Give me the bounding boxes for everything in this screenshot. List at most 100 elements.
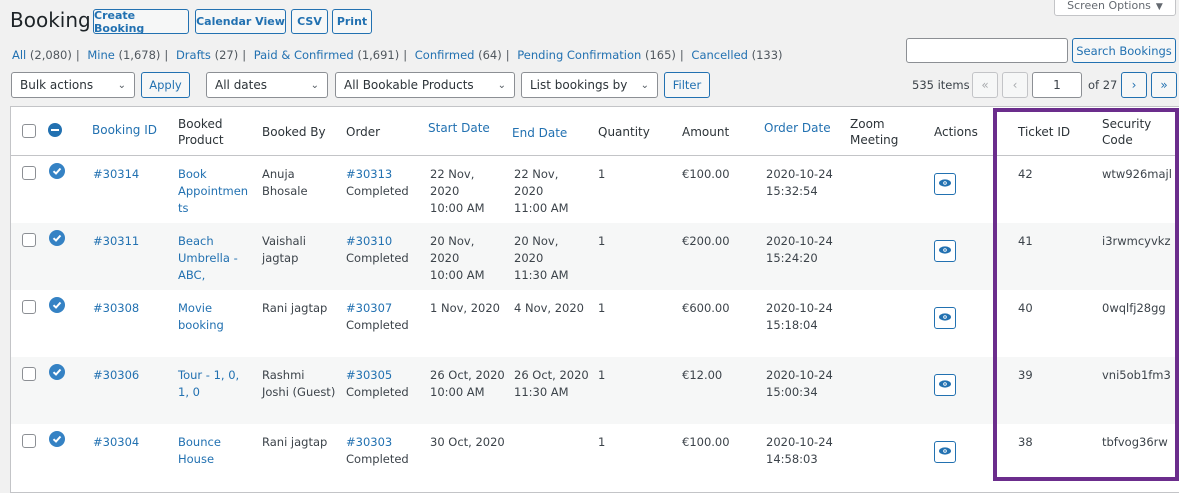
order-date: 2020-10-24 15:24:20 [766,234,833,265]
order-link[interactable]: #30303 [346,434,409,451]
col-end-date[interactable]: End Date [512,125,567,141]
filter-button[interactable]: Filter [664,72,710,98]
chevron-down-icon: ⌄ [497,79,506,91]
end-date: 20 Nov, 2020 11:30 AM [514,234,569,282]
booked-product-link[interactable]: Book Appointmen ts [178,166,248,217]
filter-confirmed[interactable]: Confirmed (64) [415,48,502,62]
end-date: 22 Nov, 2020 11:00 AM [514,167,569,215]
check-circle-icon [49,297,65,313]
filter-mine[interactable]: Mine (1,678) [87,48,160,62]
row-checkbox[interactable] [22,233,36,247]
start-date: 26 Oct, 2020 10:00 AM [430,368,505,399]
booking-id-link[interactable]: #30308 [93,300,139,317]
row-checkbox[interactable] [22,300,36,314]
select-all-checkbox[interactable] [22,124,36,138]
products-select[interactable]: All Bookable Products ⌄ [335,72,515,98]
dates-select[interactable]: All dates ⌄ [206,72,328,98]
status-column-icon [48,123,62,137]
search-bookings-button[interactable]: Search Bookings [1072,38,1176,63]
order-cell: #30305 Completed [346,367,409,401]
order-link[interactable]: #30310 [346,233,409,250]
filter-pending-confirmation[interactable]: Pending Confirmation (165) [517,48,676,62]
end-date: 26 Oct, 2020 11:30 AM [514,368,589,399]
col-booking-id[interactable]: Booking ID [92,122,157,138]
view-booking-button[interactable] [934,374,956,396]
row-checkbox[interactable] [22,367,36,381]
order-link[interactable]: #30307 [346,300,409,317]
booked-by: Anuja Bhosale [262,167,308,198]
total-pages: of 27 [1088,78,1118,92]
booked-product-link[interactable]: Movie booking [178,300,224,334]
quantity: 1 [598,167,606,181]
amount: €100.00 [682,167,730,181]
apply-button[interactable]: Apply [141,72,190,98]
eye-icon [938,244,952,258]
quantity: 1 [598,368,606,382]
amount: €600.00 [682,301,730,315]
order-date: 2020-10-24 15:18:04 [766,301,833,332]
check-circle-icon [49,230,65,246]
booking-id-link[interactable]: #30311 [93,233,139,250]
row-checkbox[interactable] [22,434,36,448]
current-page-input[interactable]: 1 [1032,72,1082,98]
booked-product-link[interactable]: Bounce House [178,434,221,468]
check-circle-icon [49,163,65,179]
check-circle-icon [49,431,65,447]
start-date: 22 Nov, 2020 10:00 AM [430,167,485,215]
booking-id-link[interactable]: #30314 [93,166,139,183]
calendar-view-button[interactable]: Calendar View [195,9,286,34]
col-zoom-meeting: Zoom Meeting [850,117,899,147]
triangle-down-icon: ▼ [1155,2,1163,12]
booked-product-link[interactable]: Tour - 1, 0, 1, 0 [178,367,239,401]
csv-button[interactable]: CSV [291,9,328,34]
booking-id-link[interactable]: #30306 [93,367,139,384]
quantity: 1 [598,234,606,248]
col-quantity: Quantity [598,125,650,139]
order-link[interactable]: #30305 [346,367,409,384]
view-booking-button[interactable] [934,240,956,262]
ticket-security-highlight [993,108,1179,481]
booked-by: Vaishali jagtap [262,234,306,265]
start-date: 30 Oct, 2020 [430,435,505,449]
search-input[interactable] [906,38,1068,63]
screen-options-label: Screen Options [1067,0,1151,12]
filter-all[interactable]: All (2,080) [12,48,72,62]
order-date: 2020-10-24 15:32:54 [766,167,833,198]
check-circle-icon [49,364,65,380]
chevron-down-icon: ⌄ [640,79,649,91]
filter-cancelled[interactable]: Cancelled (133) [691,48,782,62]
items-count: 535 items [912,78,970,92]
prev-page-button[interactable]: ‹ [1002,72,1028,98]
col-order-date[interactable]: Order Date [764,120,831,136]
start-date: 20 Nov, 2020 10:00 AM [430,234,485,282]
order-status: Completed [346,385,409,399]
order-link[interactable]: #30313 [346,166,409,183]
col-start-date[interactable]: Start Date [428,120,490,136]
page-title: Booking [10,8,91,32]
view-booking-button[interactable] [934,441,956,463]
booking-id-link[interactable]: #30304 [93,434,139,451]
order-cell: #30303 Completed [346,434,409,468]
row-checkbox[interactable] [22,166,36,180]
amount: €100.00 [682,435,730,449]
eye-icon [938,378,952,392]
filter-drafts[interactable]: Drafts (27) [176,48,238,62]
order-date: 2020-10-24 14:58:03 [766,435,833,466]
list-by-select[interactable]: List bookings by ⌄ [521,72,658,98]
bulk-actions-select[interactable]: Bulk actions ⌄ [11,72,135,98]
booked-product-link[interactable]: Beach Umbrella - ABC, [178,233,238,284]
view-booking-button[interactable] [934,307,956,329]
last-page-button[interactable]: » [1151,72,1177,98]
print-button[interactable]: Print [332,9,372,34]
end-date: 4 Nov, 2020 [514,301,584,315]
view-booking-button[interactable] [934,173,956,195]
first-page-button[interactable]: « [972,72,998,98]
next-page-button[interactable]: › [1121,72,1147,98]
order-status: Completed [346,251,409,265]
order-cell: #30310 Completed [346,233,409,267]
filter-paid-confirmed[interactable]: Paid & Confirmed (1,691) [254,48,400,62]
booked-by: Rashmi Joshi (Guest) [262,368,336,399]
screen-options-button[interactable]: Screen Options ▼ [1054,0,1176,16]
col-booked-by: Booked By [262,125,326,139]
create-booking-button[interactable]: Create Booking [93,9,189,35]
